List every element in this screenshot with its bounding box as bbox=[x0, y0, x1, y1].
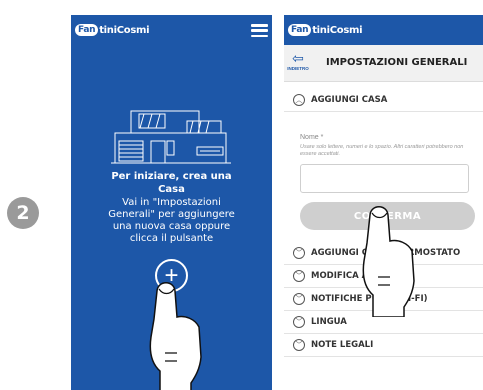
pointing-hand-icon bbox=[149, 282, 202, 390]
home-screen: Fan tiniCosmi Per iniziare, crea una Casa… bbox=[71, 15, 272, 390]
settings-screen: Fan tiniCosmi ⇦ INDIETRO IMPOSTAZIONI GEN… bbox=[284, 15, 483, 390]
brand-logo: Fan tiniCosmi bbox=[75, 24, 150, 36]
chevron-down-icon: ﹀ bbox=[293, 339, 305, 351]
brand-logo: Fan tiniCosmi bbox=[288, 24, 363, 36]
chevron-down-icon: ﹀ bbox=[293, 316, 305, 328]
chevron-down-icon: ﹀ bbox=[293, 247, 305, 259]
intro-text: Vai in "Impostazioni Generali" per aggiu… bbox=[108, 197, 235, 244]
accordion-legal-notes[interactable]: ﹀ NOTE LEGALI bbox=[284, 334, 483, 357]
name-input[interactable] bbox=[300, 164, 469, 193]
chevron-down-icon: ﹀ bbox=[293, 270, 305, 282]
name-field-label: Nome * bbox=[300, 134, 324, 141]
settings-header: ⇦ INDIETRO IMPOSTAZIONI GENERALI bbox=[284, 45, 483, 82]
chevron-down-icon: ﹀ bbox=[293, 293, 305, 305]
step-badge: 2 bbox=[7, 197, 39, 229]
house-icon bbox=[111, 110, 231, 164]
name-help-text: Usare solo lettere, numeri e lo spazio. … bbox=[300, 144, 464, 157]
accordion-add-house[interactable]: ︿ AGGIUNGI CASA bbox=[284, 89, 483, 112]
chevron-up-icon: ︿ bbox=[293, 94, 305, 106]
back-button[interactable]: ⇦ INDIETRO bbox=[287, 50, 309, 76]
page-title: IMPOSTAZIONI GENERALI bbox=[326, 57, 468, 68]
pointing-hand-icon bbox=[362, 206, 415, 317]
back-arrow-icon: ⇦ bbox=[292, 50, 304, 66]
hamburger-icon[interactable] bbox=[251, 24, 268, 37]
intro-title: Per iniziare, crea una Casa bbox=[111, 171, 232, 195]
